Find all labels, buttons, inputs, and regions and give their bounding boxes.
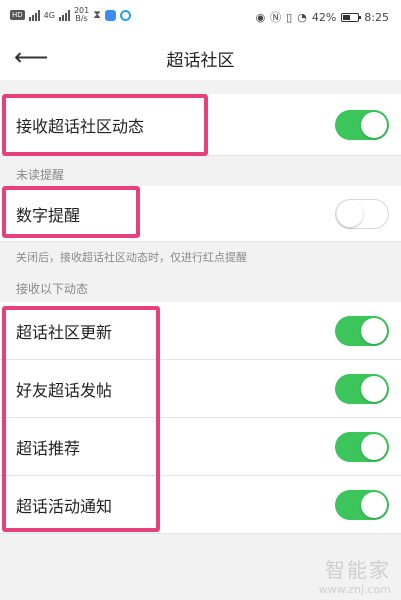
setting-row-receive-updates[interactable]: 接收超话社区动态 bbox=[0, 94, 401, 156]
setting-label: 超话社区更新 bbox=[16, 322, 113, 342]
hint-text: 关闭后，接收超话社区动态时，仅进行红点提醒 bbox=[16, 251, 247, 264]
title-bar: ⟵ 超话社区 bbox=[0, 34, 401, 80]
setting-label: 接收超话社区动态 bbox=[16, 116, 145, 136]
activity-notifications-toggle[interactable] bbox=[335, 489, 389, 520]
section-header-receive: 接收以下动态 bbox=[16, 282, 89, 296]
toggle-knob bbox=[361, 111, 387, 138]
network-speed: 201 B/s bbox=[74, 7, 89, 23]
toggle-knob bbox=[361, 375, 387, 402]
page-title: 超话社区 bbox=[166, 51, 235, 71]
watermark: 智能家 www.znj.com bbox=[319, 554, 391, 596]
signal-icon bbox=[28, 9, 40, 21]
status-bar: HD 4G 201 B/s ⧗ ◉ Ⓝ ▯ ◔ 42% 8:25 bbox=[0, 0, 401, 34]
setting-row-activity-notifications[interactable]: 超话活动通知 bbox=[0, 476, 401, 534]
watermark-main: 智能家 bbox=[325, 558, 391, 582]
setting-row-friend-posts[interactable]: 好友超话发帖 bbox=[0, 360, 401, 418]
community-updates-toggle[interactable] bbox=[335, 315, 389, 346]
setting-row-number-reminder[interactable]: 数字提醒 bbox=[0, 186, 401, 242]
vibrate-icon: ▯ bbox=[286, 10, 293, 24]
receive-updates-toggle[interactable] bbox=[335, 109, 389, 140]
app-notification-icon-2 bbox=[119, 9, 131, 21]
toggle-knob bbox=[337, 200, 363, 227]
setting-label: 超话活动通知 bbox=[16, 496, 113, 516]
network-badge: HD bbox=[10, 10, 25, 20]
recommendations-toggle[interactable] bbox=[335, 431, 389, 462]
setting-row-recommendations[interactable]: 超话推荐 bbox=[0, 418, 401, 476]
nfc-icon: Ⓝ bbox=[270, 11, 282, 24]
setting-label: 好友超话发帖 bbox=[16, 380, 113, 400]
status-bar-right: ◉ Ⓝ ▯ ◔ 42% 8:25 bbox=[256, 9, 389, 25]
signal-icon-2 bbox=[58, 9, 70, 21]
speedometer-icon: ◔ bbox=[297, 10, 307, 24]
hourglass-icon: ⧗ bbox=[93, 8, 101, 21]
toggle-knob bbox=[361, 317, 387, 344]
toggle-knob bbox=[361, 433, 387, 460]
number-reminder-toggle[interactable] bbox=[335, 198, 389, 229]
watermark-url: www.znj.com bbox=[318, 583, 391, 596]
section-header-unread: 未读提醒 bbox=[16, 168, 65, 182]
status-bar-left: HD 4G 201 B/s ⧗ bbox=[10, 7, 131, 23]
battery-icon bbox=[341, 12, 362, 22]
friend-posts-toggle[interactable] bbox=[335, 373, 389, 404]
app-notification-icon bbox=[104, 9, 116, 21]
toggle-knob bbox=[361, 491, 387, 518]
setting-row-community-updates[interactable]: 超话社区更新 bbox=[0, 302, 401, 360]
setting-label: 超话推荐 bbox=[16, 438, 81, 458]
setting-label: 数字提醒 bbox=[16, 205, 81, 225]
speed-unit: B/s bbox=[75, 14, 88, 23]
eye-icon: ◉ bbox=[255, 10, 266, 24]
signal-label: 4G bbox=[43, 10, 55, 20]
battery-percent: 42% bbox=[311, 10, 337, 24]
clock: 8:25 bbox=[364, 10, 389, 24]
